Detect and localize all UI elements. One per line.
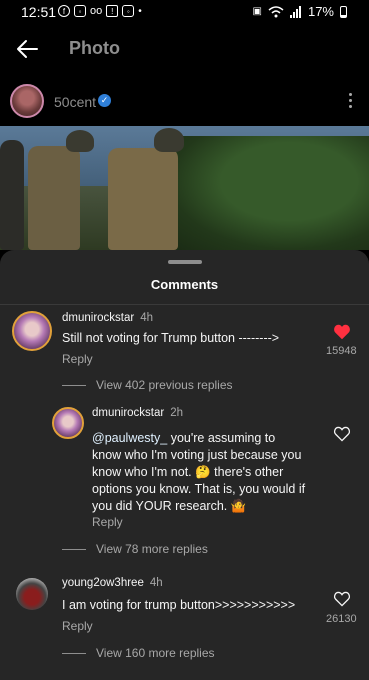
replies-line: [62, 653, 86, 655]
facebook-icon: f: [58, 5, 70, 17]
view-replies-text: View 160 more replies: [96, 646, 215, 660]
comments-sheet: Comments dmunirockstar 4h Still not votin…: [0, 250, 369, 680]
vpn-icon: ▣: [252, 6, 262, 17]
photo-helmet-2: [154, 128, 184, 152]
commenter-avatar[interactable]: [52, 407, 84, 439]
comment-text: I am voting for trump button>>>>>>>>>>>: [62, 598, 296, 612]
view-replies-text: View 78 more replies: [96, 542, 208, 556]
top-bar: Photo: [0, 24, 369, 74]
post-author-row: 50cent ✓: [0, 80, 369, 124]
page-title: Photo: [69, 38, 120, 58]
comment-item: dmunirockstar 2h @paulwesty_ you're assum…: [0, 400, 369, 560]
battery-icon: [340, 5, 347, 18]
comment-username[interactable]: dmunirockstar: [92, 407, 164, 419]
instagram-icon: ◦: [74, 5, 86, 17]
back-arrow-icon[interactable]: [14, 36, 40, 62]
comment-time: 4h: [140, 312, 154, 324]
comment-time: 4h: [149, 577, 163, 589]
photo-soldier-3: [0, 140, 24, 250]
replies-line: [62, 385, 86, 387]
warning-icon: !: [106, 5, 119, 17]
like-count: 15948: [326, 345, 357, 357]
view-replies-link[interactable]: View 402 previous replies: [62, 378, 233, 392]
comments-title: Comments: [150, 277, 219, 292]
system-indicators: ▣ 17%: [253, 4, 347, 19]
instagram-icon-2: ◦: [122, 5, 135, 17]
comment-header: dmunirockstar 4h: [62, 312, 153, 324]
comment-header: young2ow3hree 4h: [62, 577, 163, 589]
dot-icon: •: [138, 5, 142, 17]
view-replies-link[interactable]: View 78 more replies: [62, 542, 208, 556]
notification-icons: f ◦ oo ! ◦ •: [58, 5, 142, 17]
photo-helmet-1: [66, 130, 94, 152]
status-bar: 12:51 f ◦ oo ! ◦ • ▣ 17%: [0, 0, 369, 24]
comment-text: Still not voting for Trump button ------…: [62, 331, 280, 345]
view-replies-text: View 402 previous replies: [96, 378, 233, 392]
post-photo[interactable]: [0, 126, 369, 250]
reply-button[interactable]: Reply: [62, 619, 93, 633]
signal-icon: [289, 5, 301, 18]
commenter-avatar[interactable]: [12, 311, 52, 351]
commenter-avatar[interactable]: [16, 578, 48, 610]
voicemail-icon: oo: [90, 5, 103, 17]
photo-soldier-2: [108, 148, 178, 250]
reply-button[interactable]: Reply: [62, 352, 93, 366]
photo-soldier-1: [28, 146, 80, 250]
status-time: 12:51: [21, 4, 57, 20]
more-options-icon[interactable]: [349, 93, 353, 108]
like-count: 26130: [326, 613, 357, 625]
comment-header: dmunirockstar 2h: [92, 407, 183, 419]
comment-username[interactable]: young2ow3hree: [62, 577, 144, 589]
sheet-drag-handle[interactable]: [168, 260, 202, 264]
view-replies-link[interactable]: View 160 more replies: [62, 646, 215, 660]
reply-button[interactable]: Reply: [92, 515, 123, 529]
battery-percent: 17%: [307, 4, 334, 19]
heart-outline-icon[interactable]: [333, 426, 351, 442]
heart-filled-icon[interactable]: [333, 324, 351, 340]
wifi-icon: [268, 5, 284, 17]
comment-text: @paulwesty_ you're assuming to know who …: [92, 430, 306, 515]
comment-item: young2ow3hree 4h I am voting for trump bu…: [0, 570, 369, 680]
comment-username[interactable]: dmunirockstar: [62, 312, 134, 324]
photo-trees: [169, 136, 369, 250]
heart-outline-icon[interactable]: [333, 591, 351, 607]
mention-link[interactable]: @paulwesty_: [92, 431, 167, 445]
author-username[interactable]: 50cent: [54, 94, 96, 110]
verified-badge-icon: ✓: [98, 94, 111, 107]
author-avatar[interactable]: [10, 84, 44, 118]
comment-time: 2h: [170, 407, 184, 419]
replies-line: [62, 549, 86, 551]
